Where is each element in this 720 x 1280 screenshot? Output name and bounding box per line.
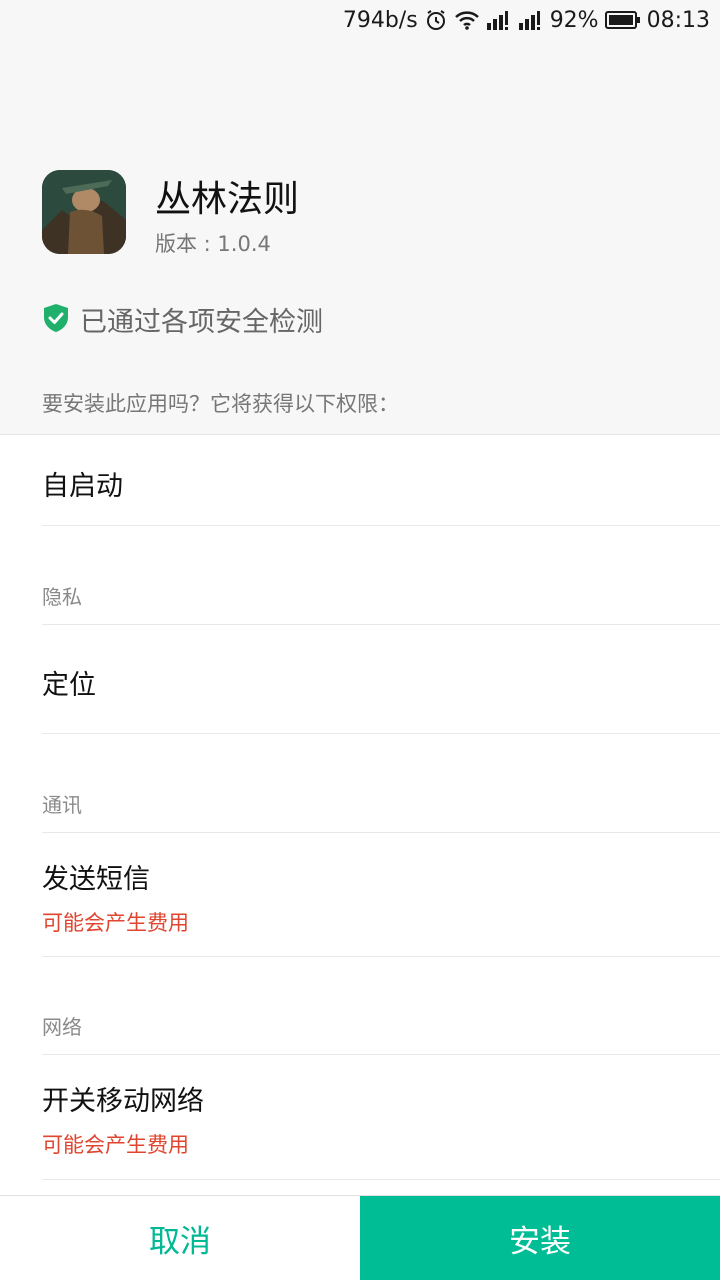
group-header-communication: 通讯 [42,734,720,833]
permission-item-mobile-network: 开关移动网络 可能会产生费用 [42,1055,720,1180]
group-header-privacy: 隐私 [42,526,720,625]
permission-title: 自启动 [42,471,123,502]
app-version: 版本 : 1.0.4 [155,232,271,256]
install-button[interactable]: 安装 [360,1196,720,1280]
group-header-network: 网络 [42,957,720,1055]
signal-icon [518,9,544,31]
security-status: 已通过各项安全检测 [42,300,323,339]
permission-title: 开关移动网络 [42,1086,204,1117]
permission-item-sms: 发送短信 可能会产生费用 [42,833,720,957]
install-prompt: 要安装此应用吗？它将获得以下权限： [42,392,399,416]
status-bar: 794b/s 92% 08:13 [0,0,720,40]
shield-check-icon [42,303,70,337]
alarm-icon [424,8,448,32]
app-name: 丛林法则 [155,179,300,220]
battery-icon [604,10,641,30]
signal-icon [486,9,512,31]
security-text: 已通过各项安全检测 [80,307,323,338]
group-label: 隐私 [42,585,82,609]
permission-warning: 可能会产生费用 [42,911,189,935]
permission-item-location: 定位 [42,625,720,734]
action-bar: 取消 安装 [0,1195,720,1280]
battery-percent: 92% [549,7,599,33]
permission-title: 发送短信 [42,864,150,895]
permission-title: 定位 [42,670,96,701]
clock: 08:13 [646,7,710,33]
net-speed: 794b/s [342,7,418,33]
permission-warning: 可能会产生费用 [42,1133,189,1157]
permission-item-autostart: 自启动 [42,436,720,526]
group-label: 通讯 [42,793,82,817]
wifi-icon [454,9,480,31]
cancel-button[interactable]: 取消 [0,1196,360,1280]
app-icon [42,170,126,254]
group-label: 网络 [42,1015,82,1039]
